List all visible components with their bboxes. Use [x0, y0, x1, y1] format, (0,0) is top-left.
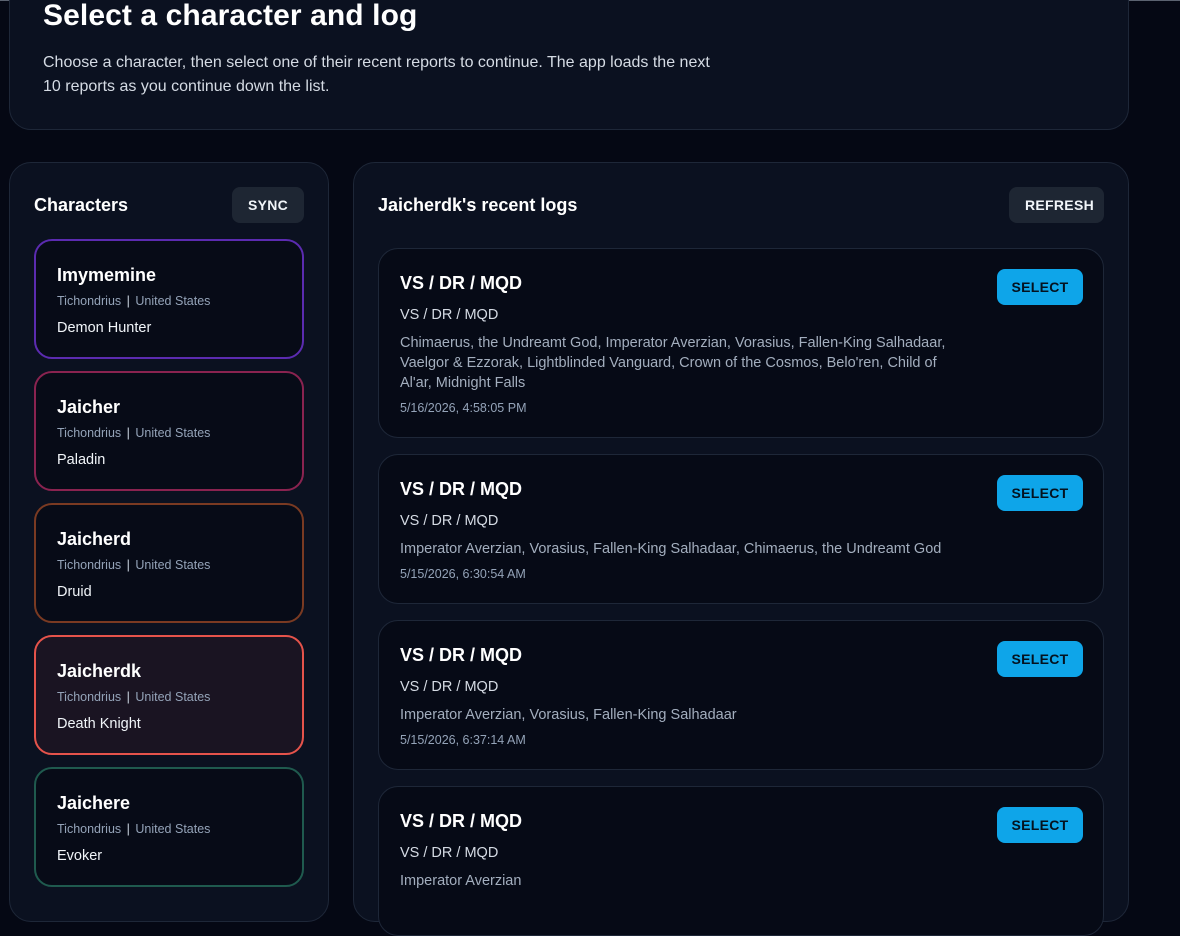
log-bosses: Imperator Averzian [400, 873, 522, 889]
select-log-button[interactable]: SELECT [997, 269, 1083, 305]
sync-button[interactable]: SYNC [232, 187, 304, 223]
log-title: VS / DR / MQD [400, 811, 523, 831]
log-card: VS / DR / MQD VS / DR / MQD Imperator Av… [378, 786, 1104, 936]
region-name: United States [135, 822, 211, 836]
logs-panel: Jaicherdk's recent logs REFRESH VS / DR … [353, 162, 1129, 936]
log-subtitle: VS / DR / MQD [400, 679, 499, 695]
character-name: Jaichere [57, 793, 131, 813]
realm-separator: | [126, 822, 130, 836]
log-title: VS / DR / MQD [400, 273, 523, 293]
realm-separator: | [126, 558, 130, 572]
log-date: 5/15/2026, 6:30:54 AM [400, 567, 526, 581]
character-name: Imymemine [57, 265, 157, 285]
character-realm: Tichondrius | United States [57, 690, 210, 704]
region-name: United States [135, 558, 211, 572]
log-date: 5/15/2026, 6:37:14 AM [400, 733, 526, 747]
log-bosses: Chimaerus, the Undreamt God, Imperator A… [400, 335, 946, 391]
realm-name: Tichondrius [57, 426, 122, 440]
realm-separator: | [126, 294, 130, 308]
log-subtitle: VS / DR / MQD [400, 845, 499, 861]
realm-name: Tichondrius [57, 690, 122, 704]
log-card: VS / DR / MQD VS / DR / MQD Chimaerus, t… [378, 248, 1104, 438]
character-class: Paladin [57, 452, 106, 468]
select-log-button[interactable]: SELECT [997, 475, 1083, 511]
log-card: VS / DR / MQD VS / DR / MQD Imperator Av… [378, 620, 1104, 770]
character-realm: Tichondrius | United States [57, 294, 210, 308]
character-class: Death Knight [57, 716, 141, 732]
page-title: Select a character and log [43, 0, 418, 32]
region-name: United States [135, 294, 211, 308]
log-bosses: Imperator Averzian, Vorasius, Fallen-Kin… [400, 541, 942, 557]
log-subtitle: VS / DR / MQD [400, 513, 499, 529]
character-card[interactable]: Jaicherd Tichondrius | United States Dru… [34, 503, 304, 623]
select-log-button[interactable]: SELECT [997, 807, 1083, 843]
realm-separator: | [126, 426, 130, 440]
character-name: Jaicherd [57, 529, 132, 549]
characters-panel: Characters SYNC Imymemine Tichondrius | … [9, 162, 329, 922]
character-realm: Tichondrius | United States [57, 822, 210, 836]
realm-name: Tichondrius [57, 822, 122, 836]
character-class: Demon Hunter [57, 320, 152, 336]
realm-name: Tichondrius [57, 558, 122, 572]
page-header: Select a character and log Choose a char… [9, 0, 1129, 130]
character-card[interactable]: Jaicher Tichondrius | United States Pala… [34, 371, 304, 491]
log-title: VS / DR / MQD [400, 645, 523, 665]
log-card: VS / DR / MQD VS / DR / MQD Imperator Av… [378, 454, 1104, 604]
realm-separator: | [126, 690, 130, 704]
region-name: United States [135, 426, 211, 440]
character-class: Evoker [57, 848, 103, 864]
characters-title: Characters [34, 195, 129, 215]
refresh-button[interactable]: REFRESH [1009, 187, 1104, 223]
character-card[interactable]: Imymemine Tichondrius | United States De… [34, 239, 304, 359]
select-log-button[interactable]: SELECT [997, 641, 1083, 677]
logs-title: Jaicherdk's recent logs [378, 195, 578, 215]
character-name: Jaicher [57, 397, 121, 417]
character-card[interactable]: Jaichere Tichondrius | United States Evo… [34, 767, 304, 887]
realm-name: Tichondrius [57, 294, 122, 308]
log-subtitle: VS / DR / MQD [400, 307, 499, 323]
log-date: 5/16/2026, 4:58:05 PM [400, 401, 527, 415]
character-card-selected[interactable]: Jaicherdk Tichondrius | United States De… [34, 635, 304, 755]
log-bosses: Imperator Averzian, Vorasius, Fallen-Kin… [400, 707, 737, 723]
region-name: United States [135, 690, 211, 704]
character-realm: Tichondrius | United States [57, 558, 210, 572]
log-title: VS / DR / MQD [400, 479, 523, 499]
character-realm: Tichondrius | United States [57, 426, 210, 440]
character-class: Druid [57, 584, 92, 600]
page-description: Choose a character, then select one of t… [43, 54, 710, 95]
character-name: Jaicherdk [57, 661, 142, 681]
